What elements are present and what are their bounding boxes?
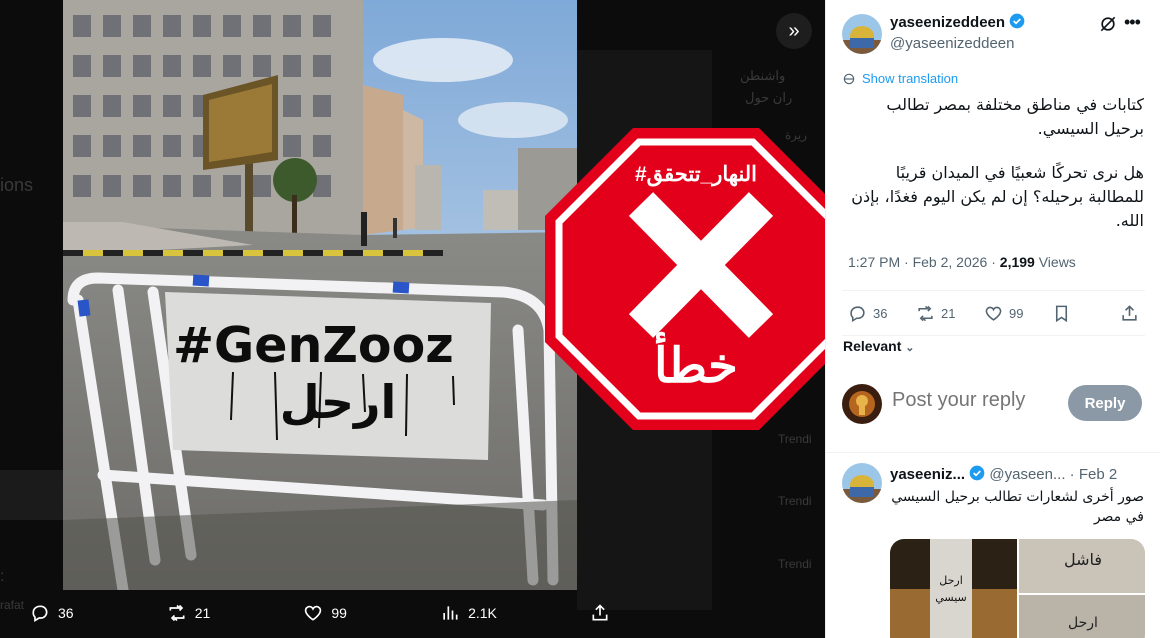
reply-text: صور أخرى لشعارات تطالب برحيل السيسي في م… [891,489,1144,525]
repost-button[interactable]: 21 [916,304,955,323]
post-text: كتابات في مناطق مختلفة بمصر تطالب برحيل … [844,93,1144,233]
double-chevron-right-icon: » [788,19,800,42]
like-count: 99 [1009,306,1024,321]
expand-panel-button[interactable]: » [776,13,812,49]
reply-button[interactable]: 36 [848,304,887,323]
post-time[interactable]: 1:27 PM [848,254,900,270]
media-repost-button[interactable]: 21 [167,603,211,623]
reply-input[interactable] [892,389,1052,412]
reply-photo[interactable]: ارحل سيسي [890,539,1017,638]
post-paragraph: هل نرى تحركًا شعبيًا في الميدان قريبًا ل… [851,163,1144,230]
media-action-bar: 36 21 99 2.1K [30,598,610,628]
show-translation-link[interactable]: Show translation [842,71,958,86]
sort-label[interactable]: Relevant [843,338,901,354]
media-like-count: 99 [331,605,347,621]
post-meta: 1:27 PM · Feb 2, 2026 · 2,199 Views [848,254,1076,270]
background-text: ران حول [745,90,793,105]
chevron-down-icon: ⌄ [905,342,915,354]
reply-photo[interactable]: ارحل [1018,595,1145,638]
post-detail-panel: yaseenizeddeen @yaseenizeddeen ••• Show … [825,0,1160,638]
media-share-button[interactable] [590,603,610,623]
sort-replies-dropdown[interactable]: Relevant ⌄ [843,338,914,354]
views-label: Views [1038,254,1076,270]
reply-icon [32,605,48,622]
share-icon [592,604,608,621]
dome-avatar-icon [842,463,882,503]
background-text: : [0,568,5,585]
reply-photo-text: فاشل [1063,550,1101,569]
reply-date[interactable]: Feb 2 [1079,466,1117,483]
background-text: واشنطن [740,68,786,83]
translate-icon [843,73,855,84]
graffiti-tag: #GenZooz [173,317,454,374]
verified-badge-icon [1009,13,1025,29]
background-block [0,470,63,520]
repost-count: 21 [941,306,956,321]
bookmark-button[interactable] [1052,304,1071,323]
background-text: Trendi [778,557,812,571]
reply-photo-text: ارحل [939,574,963,587]
separator-dot: · [1069,466,1075,483]
reply-count: 36 [873,306,888,321]
media-views-count: 2.1K [468,605,497,621]
post-photo[interactable]: #GenZooz ارحل [63,0,577,590]
author-avatar[interactable] [842,14,882,54]
graffiti-word: ارحل [280,375,396,429]
reply-submit-button[interactable]: Reply [1068,385,1142,421]
divider [842,290,1145,291]
bookmark-icon [1055,305,1068,323]
media-like-button[interactable]: 99 [303,603,347,623]
repost-icon [918,305,933,322]
reply-media-grid[interactable]: ارحل سيسي فاشل ارحل [890,539,1145,638]
reply-author-avatar[interactable] [842,463,882,503]
media-viewer: ions واشنطن ران حول ريرة Trendi Trendi T… [0,0,825,638]
divider [826,452,1160,453]
media-repost-count: 21 [194,605,211,621]
reply-author-handle[interactable]: @yaseen... [989,466,1065,483]
post-date[interactable]: Feb 2, 2026 [913,254,988,270]
reply-photo-text: سيسي [935,591,967,604]
media-reply-button[interactable]: 36 [30,603,74,623]
user-avatar-icon [842,384,882,424]
media-views-button[interactable]: 2.1K [440,603,497,623]
media-reply-count: 36 [58,605,74,621]
false-verdict-stamp: #النهار_تتحقق خطأ [543,126,825,432]
repost-icon [169,604,185,622]
reply-photo[interactable]: فاشل [1018,539,1145,593]
background-text: ions [0,175,34,195]
dome-avatar-icon [842,14,882,54]
stamp-verdict: خطأ [654,340,738,393]
reply-author-name[interactable]: yaseeniz... [890,466,965,483]
background-text: rafat [0,598,25,612]
heart-icon [985,306,1002,321]
background-text: Trendi [778,494,812,508]
reply-header: yaseeniz... @yaseen... · Feb 2 [890,465,1117,483]
author-name[interactable]: yaseenizeddeen [890,13,1025,31]
verified-badge-icon [969,465,985,481]
post-paragraph: كتابات في مناطق مختلفة بمصر تطالب برحيل … [886,95,1144,138]
analytics-icon [443,606,458,620]
grok-icon[interactable] [1098,14,1118,34]
author-handle[interactable]: @yaseenizeddeen [890,35,1014,52]
author-name-text[interactable]: yaseenizeddeen [890,14,1005,31]
views-count: 2,199 [999,254,1035,270]
divider [842,335,1145,336]
background-text: Trendi [778,432,812,446]
heart-icon [305,605,322,621]
share-icon [1122,305,1137,321]
more-options-icon[interactable]: ••• [1124,12,1141,33]
post-action-bar: 36 21 99 [848,302,1144,326]
like-button[interactable]: 99 [984,304,1023,323]
show-translation-text[interactable]: Show translation [862,71,958,86]
reply-photo-text: ارحل [1068,615,1098,631]
share-button[interactable] [1120,304,1139,323]
user-avatar[interactable] [842,384,882,424]
stamp-hashtag: #النهار_تتحقق [634,163,758,186]
reply-icon [850,306,865,323]
